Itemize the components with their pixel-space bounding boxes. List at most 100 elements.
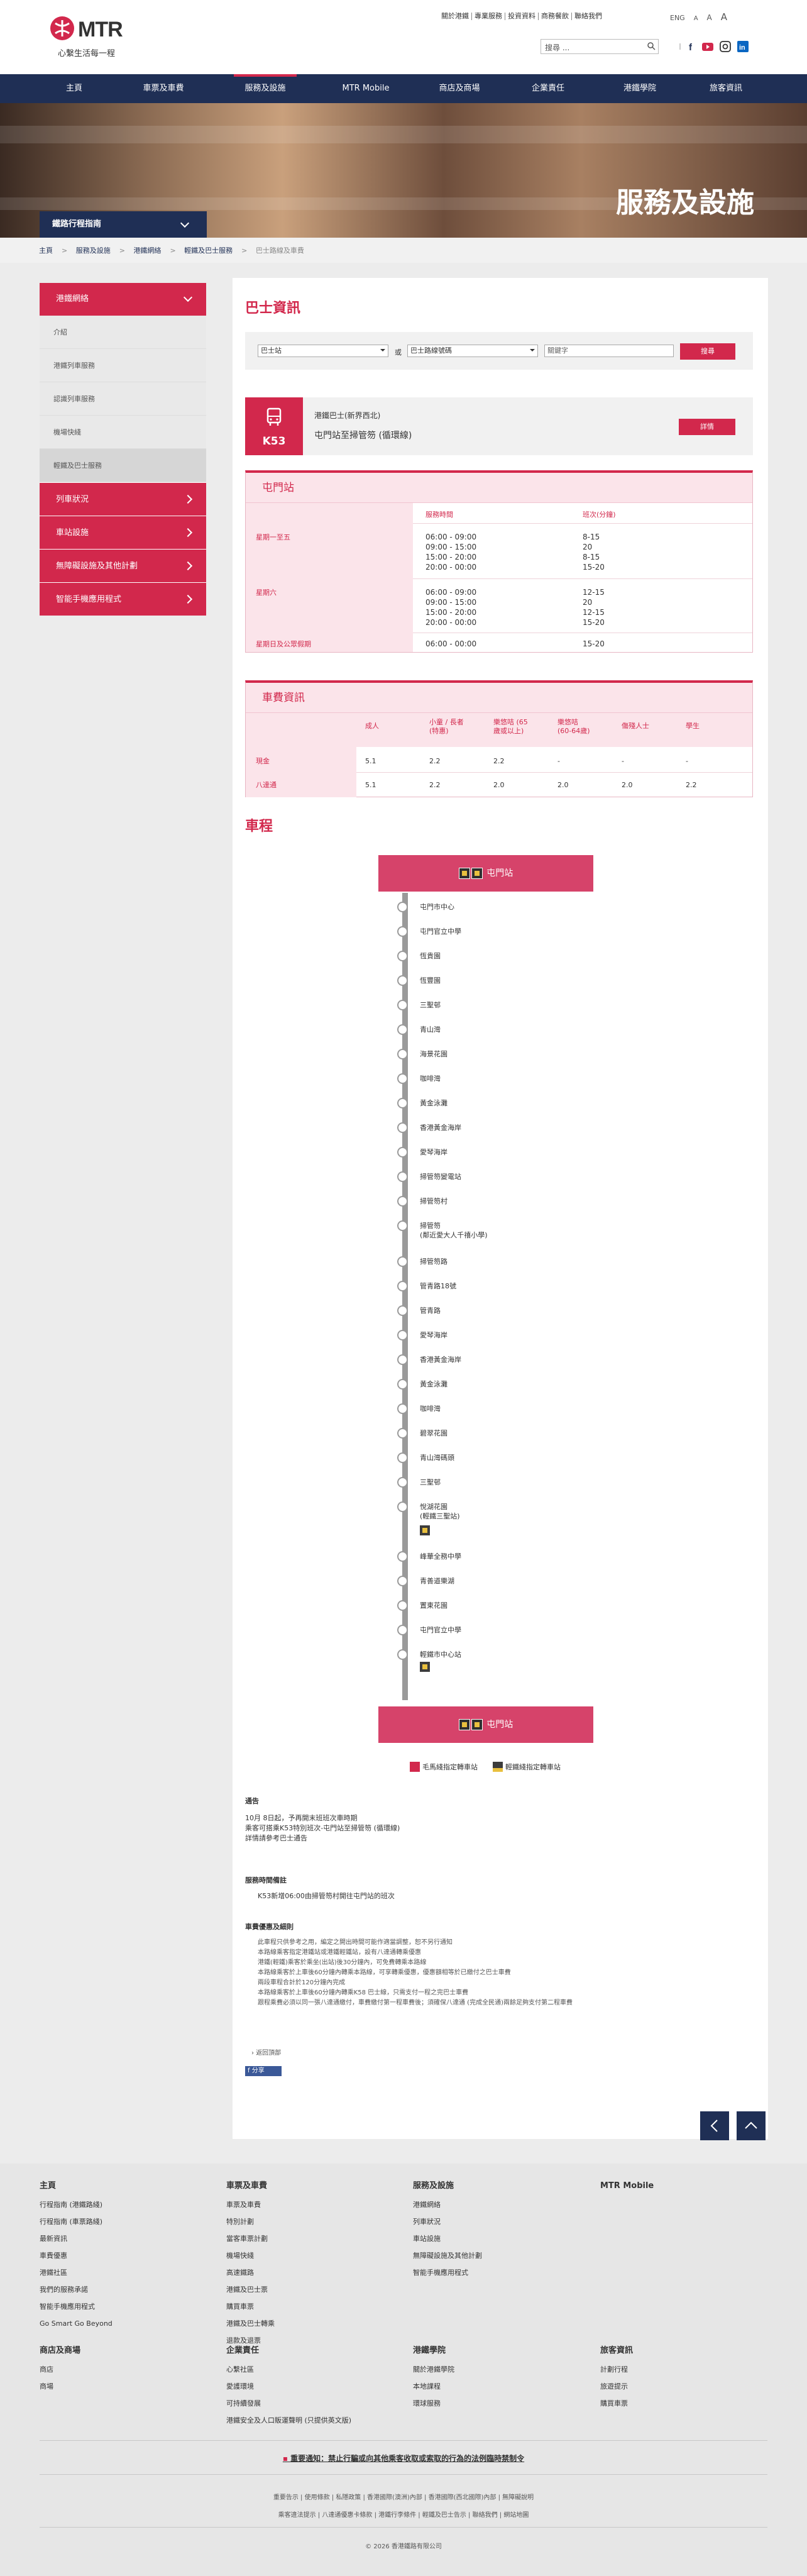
- footer-link[interactable]: 港鐵及巴士票: [226, 2281, 396, 2298]
- footer-link[interactable]: 愛護環境: [226, 2378, 396, 2395]
- keyword-input[interactable]: 關鍵字: [544, 345, 674, 357]
- linkedin-icon[interactable]: in: [737, 40, 749, 53]
- footer-link[interactable]: 行程指南 (港鐵路綫): [40, 2196, 209, 2213]
- important-notice-link[interactable]: ▪ 重要通知：禁止行騙或向其他乘客收取或索取的行為的法例臨時禁制令: [0, 2453, 807, 2463]
- footer-heading[interactable]: 服務及設施: [413, 2180, 583, 2192]
- footer-link[interactable]: 車票及車費: [226, 2196, 396, 2213]
- nav-services[interactable]: 服務及設施: [234, 74, 297, 103]
- footer-link[interactable]: 智能手機應用程式: [40, 2298, 209, 2315]
- nav-home[interactable]: 主頁: [40, 74, 109, 103]
- sidebar-subitem[interactable]: 介紹: [40, 316, 206, 349]
- footer-link[interactable]: 環球服務: [413, 2395, 583, 2412]
- footer-link[interactable]: 計劃行程: [600, 2361, 770, 2378]
- footer-link[interactable]: 高速鐵路: [226, 2264, 396, 2281]
- footer-link[interactable]: 港鐵及巴士轉乘: [226, 2315, 396, 2332]
- sidebar-subitem-selected[interactable]: 輕鐵及巴士服務: [40, 449, 206, 482]
- nav-shops[interactable]: 商店及商場: [425, 74, 494, 103]
- footer-link[interactable]: 本地課程: [413, 2378, 583, 2395]
- instagram-icon[interactable]: [719, 40, 732, 53]
- sidebar-item-network[interactable]: 港鐵網絡: [40, 283, 206, 316]
- sidebar-item[interactable]: 列車狀況: [40, 482, 206, 516]
- footer-heading[interactable]: 企業責任: [226, 2345, 396, 2357]
- footer-legal-link[interactable]: 乘客違法提示: [278, 2512, 316, 2519]
- footer-link[interactable]: 車站設施: [413, 2230, 583, 2247]
- nav-tickets[interactable]: 車票及車費: [126, 74, 201, 103]
- top-link[interactable]: 聯絡我們: [572, 13, 605, 20]
- route-number-select[interactable]: 巴士路線號碼: [407, 345, 538, 357]
- footer-link[interactable]: 智能手機應用程式: [413, 2264, 583, 2281]
- footer-link[interactable]: 車費優惠: [40, 2247, 209, 2264]
- sidebar-subitem[interactable]: 港鐵列車服務: [40, 349, 206, 382]
- footer-link[interactable]: 列車狀況: [413, 2213, 583, 2230]
- footer-link[interactable]: 商店: [40, 2361, 209, 2378]
- footer-link[interactable]: 購買車票: [600, 2395, 770, 2412]
- footer-heading[interactable]: 車票及車費: [226, 2180, 396, 2192]
- sidebar-item[interactable]: 智能手機應用程式: [40, 582, 206, 616]
- footer-legal-link[interactable]: 使用條款: [305, 2494, 330, 2501]
- font-large-button[interactable]: A: [721, 11, 727, 23]
- footer-heading[interactable]: 港鐵學院: [413, 2345, 583, 2357]
- route-detail-button[interactable]: 詳情: [679, 419, 735, 435]
- top-link[interactable]: 專業服務: [472, 13, 505, 20]
- top-link[interactable]: 關於港鐵: [439, 13, 472, 20]
- nav-csr[interactable]: 企業責任: [517, 74, 579, 103]
- footer-link[interactable]: Go Smart Go Beyond: [40, 2315, 209, 2332]
- search-button[interactable]: 搜尋: [680, 343, 735, 360]
- footer-heading[interactable]: 商店及商場: [40, 2345, 209, 2357]
- facebook-share-button[interactable]: f 分享: [245, 2066, 282, 2076]
- back-to-top-link[interactable]: › 返回頂部: [251, 2047, 281, 2057]
- footer-legal-link[interactable]: 重要告示: [273, 2494, 299, 2501]
- nav-academy[interactable]: 港鐵學院: [608, 74, 671, 103]
- footer-link[interactable]: 購買車票: [226, 2298, 396, 2315]
- top-link[interactable]: 投資資料: [505, 13, 539, 20]
- footer-link[interactable]: 旅遊提示: [600, 2378, 770, 2395]
- search-icon[interactable]: [647, 41, 656, 50]
- scroll-top-button[interactable]: [737, 2111, 766, 2140]
- sidebar-item[interactable]: 車站設施: [40, 516, 206, 549]
- footer-link[interactable]: 關於港鐵學院: [413, 2361, 583, 2378]
- footer-link[interactable]: 心繫社區: [226, 2361, 396, 2378]
- breadcrumb-link[interactable]: 港鐵網絡: [133, 246, 161, 255]
- footer-link[interactable]: 港鐵網絡: [413, 2196, 583, 2213]
- footer-link[interactable]: 行程指南 (車票路綫): [40, 2213, 209, 2230]
- footer-heading[interactable]: 旅客資訊: [600, 2345, 770, 2357]
- footer-link[interactable]: 最新資訊: [40, 2230, 209, 2247]
- sidebar-subitem[interactable]: 機場快綫: [40, 416, 206, 449]
- footer-link[interactable]: 我們的服務承諾: [40, 2281, 209, 2298]
- footer-heading[interactable]: MTR Mobile: [600, 2180, 770, 2192]
- youtube-icon[interactable]: [701, 40, 714, 53]
- sidebar-item[interactable]: 無障礙設施及其他計劃: [40, 549, 206, 582]
- prev-page-button[interactable]: [700, 2111, 729, 2140]
- breadcrumb-link[interactable]: 輕鐵及巴士服務: [184, 246, 233, 255]
- footer-legal-link[interactable]: 港鐵行李條件: [378, 2512, 416, 2519]
- sidebar-subitem[interactable]: 認識列車服務: [40, 382, 206, 416]
- lang-switch[interactable]: ENG: [670, 14, 685, 22]
- footer-link[interactable]: 當客車票計劃: [226, 2230, 396, 2247]
- breadcrumb-link[interactable]: 主頁: [39, 246, 53, 255]
- font-small-button[interactable]: A: [694, 15, 698, 22]
- footer-legal-link[interactable]: 無障礙說明: [502, 2494, 534, 2501]
- footer-link[interactable]: 可持續發展: [226, 2395, 396, 2412]
- footer-legal-link[interactable]: 香港國際(西北國際)內部: [429, 2494, 497, 2501]
- footer-legal-link[interactable]: 八達通優惠卡條款: [322, 2512, 372, 2519]
- bus-stop-select[interactable]: 巴士站: [258, 345, 388, 357]
- font-medium-button[interactable]: A: [707, 13, 712, 22]
- breadcrumb-link[interactable]: 服務及設施: [76, 246, 111, 255]
- footer-legal-link[interactable]: 網站地圖: [503, 2512, 529, 2519]
- facebook-icon[interactable]: f: [685, 40, 698, 53]
- footer-legal-link[interactable]: 輕鐵及巴士告示: [422, 2512, 466, 2519]
- footer-link[interactable]: 港鐵社區: [40, 2264, 209, 2281]
- footer-heading[interactable]: 主頁: [40, 2180, 209, 2192]
- top-link[interactable]: 商務餐飲: [539, 13, 572, 20]
- footer-legal-link[interactable]: 聯絡我們: [473, 2512, 498, 2519]
- footer-link[interactable]: 機場快綫: [226, 2247, 396, 2264]
- mtr-logo[interactable]: MTR 心繫生活每一程: [50, 16, 151, 67]
- footer-link[interactable]: 港鐵安全及人口販運聲明 (只提供英文版): [226, 2412, 396, 2429]
- journey-planner-toggle[interactable]: 鐵路行程指南: [40, 211, 207, 238]
- nav-visitors[interactable]: 旅客資訊: [691, 74, 760, 103]
- nav-mtr-mobile[interactable]: MTR Mobile: [328, 74, 404, 103]
- footer-legal-link[interactable]: 私隱政策: [336, 2494, 361, 2501]
- footer-legal-link[interactable]: 香港國際(澳洲)內部: [367, 2494, 422, 2501]
- search-input[interactable]: 搜尋 ...: [541, 39, 659, 54]
- footer-link[interactable]: 特別計劃: [226, 2213, 396, 2230]
